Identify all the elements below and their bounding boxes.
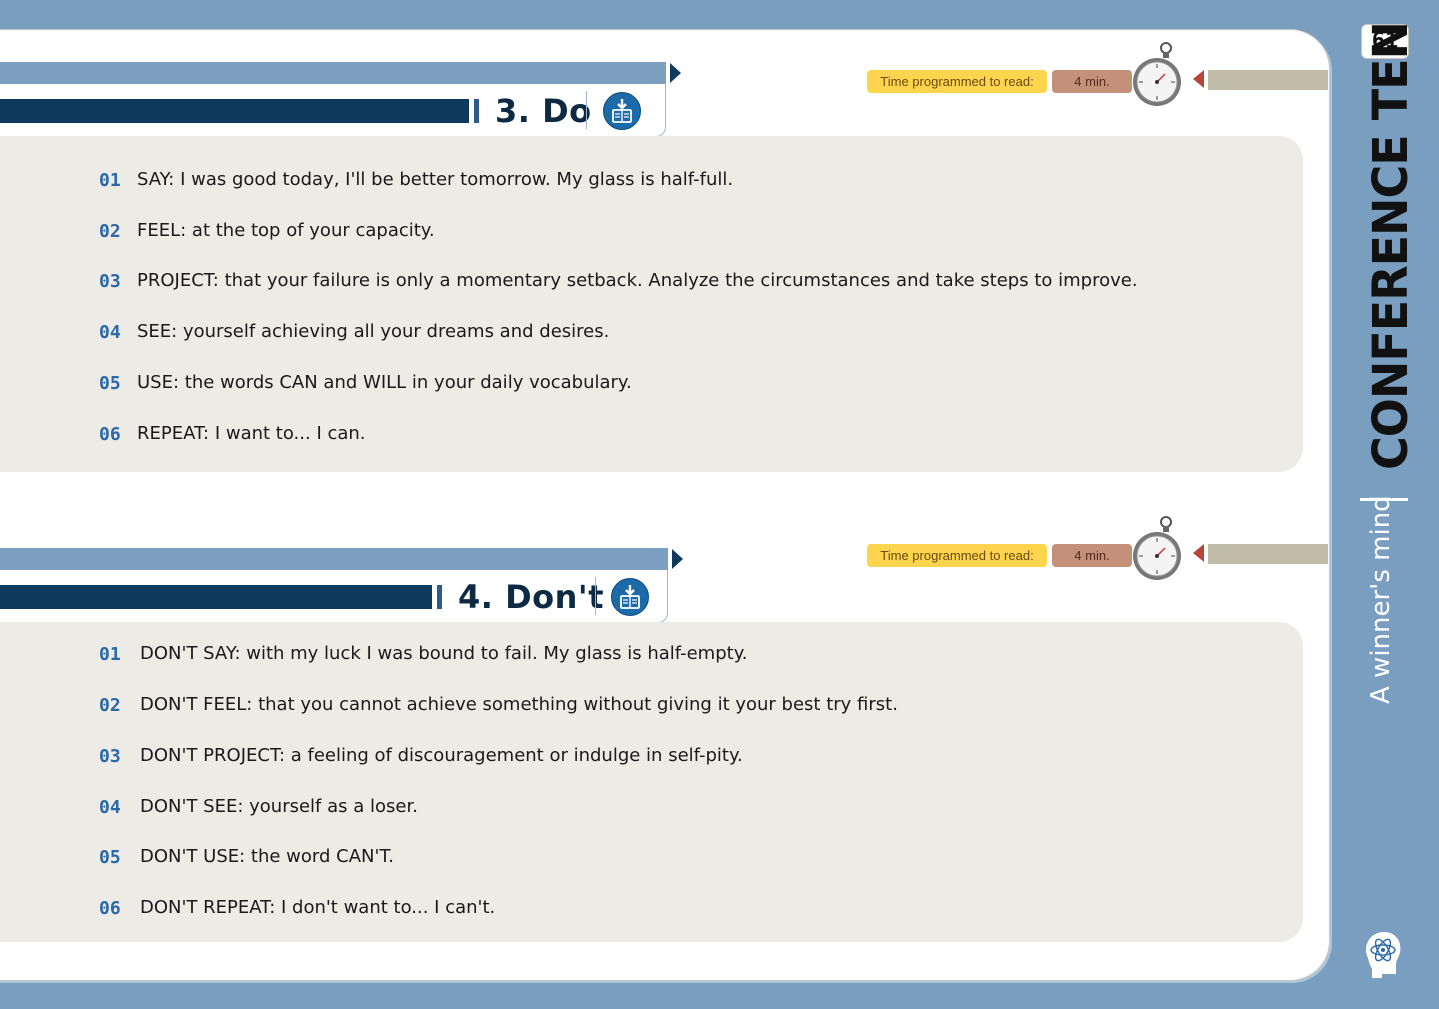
item-text: DON'T USE: the word CAN'T.: [140, 846, 395, 867]
time-value: 4 min.: [1052, 70, 1132, 93]
item-text: DON'T PROJECT: a feeling of discourageme…: [140, 745, 743, 766]
time-label: Time programmed to read:: [867, 70, 1047, 93]
item-text: SAY: I was good today, I'll be better to…: [137, 169, 734, 190]
item-text: USE: the words CAN and WILL in your dail…: [137, 372, 632, 393]
title-separator: [586, 91, 587, 129]
list-panel: 01 SAY: I was good today, I'll be better…: [0, 136, 1303, 472]
header-band-light: [0, 62, 666, 84]
time-band: [1208, 544, 1328, 564]
item-number: 03: [99, 746, 121, 767]
section-title: 3. Do: [495, 92, 592, 130]
item-text: DON'T SEE: yourself as a loser.: [140, 796, 418, 817]
header-band-light: [0, 548, 668, 570]
item-number: 04: [99, 322, 121, 343]
arrow-left-icon: [1193, 70, 1204, 88]
chapter-title: CONFERENCE TEN: [1362, 21, 1419, 470]
time-label: Time programmed to read:: [867, 544, 1047, 567]
item-number: 05: [99, 373, 121, 394]
item-text: DON'T FEEL: that you cannot achieve some…: [140, 694, 898, 715]
time-value: 4 min.: [1052, 544, 1132, 567]
stopwatch-icon: [1133, 516, 1181, 580]
download-book-button[interactable]: [611, 578, 649, 616]
section-title: 4. Don't: [458, 578, 604, 616]
arrow-left-icon: [1193, 544, 1204, 562]
chapter-subtitle: A winner's mind: [1366, 495, 1396, 704]
item-text: DON'T REPEAT: I don't want to... I can't…: [140, 897, 496, 918]
item-number: 03: [99, 271, 121, 292]
item-number: 06: [99, 424, 121, 445]
item-number: 01: [99, 170, 121, 191]
header-band-dark: [0, 99, 469, 123]
download-book-button[interactable]: [603, 92, 641, 130]
item-text: REPEAT: I want to... I can.: [137, 423, 366, 444]
list-panel: 01 DON'T SAY: with my luck I was bound t…: [0, 622, 1303, 942]
band-tick: [437, 585, 442, 609]
arrow-right-icon: [670, 63, 681, 83]
download-book-icon: [612, 99, 632, 123]
head-atom-icon: [1365, 932, 1401, 978]
item-number: 02: [99, 221, 121, 242]
item-number: 01: [99, 644, 121, 665]
arrow-right-icon: [672, 549, 683, 569]
download-book-icon: [620, 585, 640, 609]
item-number: 04: [99, 797, 121, 818]
title-separator: [595, 577, 596, 615]
header-band-dark: [0, 585, 432, 609]
item-number: 02: [99, 695, 121, 716]
item-text: FEEL: at the top of your capacity.: [137, 220, 435, 241]
item-text: PROJECT: that your failure is only a mom…: [137, 270, 1138, 291]
item-text: SEE: yourself achieving all your dreams …: [137, 321, 610, 342]
time-band: [1208, 70, 1328, 90]
band-tick: [474, 99, 479, 123]
stopwatch-icon: [1133, 42, 1181, 106]
item-text: DON'T SAY: with my luck I was bound to f…: [140, 643, 748, 664]
item-number: 05: [99, 847, 121, 868]
item-number: 06: [99, 898, 121, 919]
